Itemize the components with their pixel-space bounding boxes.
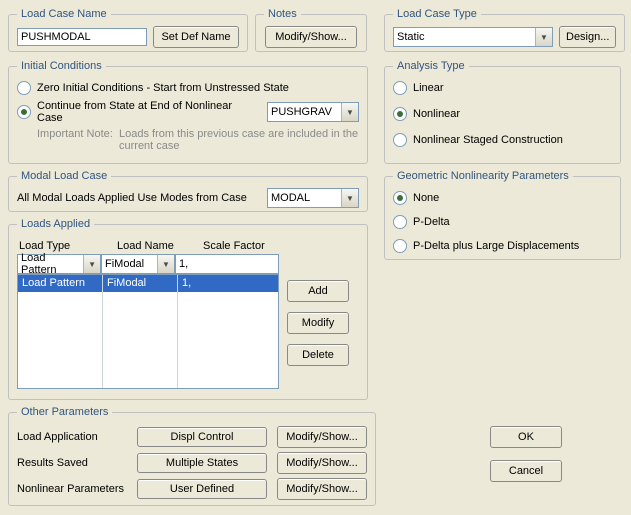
radio-icon xyxy=(393,107,407,121)
chevron-down-icon: ▼ xyxy=(83,255,100,273)
chevron-down-icon: ▼ xyxy=(341,189,358,207)
chevron-down-icon: ▼ xyxy=(341,103,358,121)
cell-load-name[interactable]: FiModal xyxy=(103,275,177,292)
note-label: Important Note: xyxy=(37,128,119,152)
load-case-name-input[interactable] xyxy=(17,28,147,46)
loads-modify-button[interactable]: Modify xyxy=(287,312,349,334)
radio-geom-pdelta-label: P-Delta xyxy=(413,216,450,228)
group-modal-load-case: Modal Load Case All Modal Loads Applied … xyxy=(8,170,368,212)
editor-load-name-value: FiModal xyxy=(105,258,144,270)
modal-case-value: MODAL xyxy=(271,192,310,204)
legend-modal-load-case: Modal Load Case xyxy=(17,170,111,182)
radio-linear[interactable]: Linear xyxy=(393,78,612,98)
op-nonlin-button[interactable]: Modify/Show... xyxy=(277,478,367,500)
radio-zero-initial[interactable]: Zero Initial Conditions - Start from Uns… xyxy=(17,78,359,98)
legend-analysis-type: Analysis Type xyxy=(393,60,469,72)
design-button[interactable]: Design... xyxy=(559,26,616,48)
loads-add-button[interactable]: Add xyxy=(287,280,349,302)
modal-load-label: All Modal Loads Applied Use Modes from C… xyxy=(17,192,257,204)
group-geom-nonlin: Geometric Nonlinearity Parameters None P… xyxy=(384,170,621,260)
op-loadapp-label: Load Application xyxy=(17,431,137,443)
load-case-type-value: Static xyxy=(397,31,425,43)
op-results-label: Results Saved xyxy=(17,457,137,469)
legend-loads-applied: Loads Applied xyxy=(17,218,94,230)
radio-icon xyxy=(17,105,31,119)
op-nonlin-label: Nonlinear Parameters xyxy=(17,483,137,495)
op-loadapp-button[interactable]: Modify/Show... xyxy=(277,426,367,448)
chevron-down-icon: ▼ xyxy=(535,28,552,46)
legend-notes: Notes xyxy=(264,8,301,20)
op-results-button[interactable]: Modify/Show... xyxy=(277,452,367,474)
load-case-type-select[interactable]: Static ▼ xyxy=(393,27,553,47)
notes-modify-show-button[interactable]: Modify/Show... xyxy=(265,26,357,48)
loads-delete-button[interactable]: Delete xyxy=(287,344,349,366)
radio-linear-label: Linear xyxy=(413,82,444,94)
radio-continue-label: Continue from State at End of Nonlinear … xyxy=(37,100,255,124)
radio-geom-none-label: None xyxy=(413,192,439,204)
group-initial-conditions: Initial Conditions Zero Initial Conditio… xyxy=(8,60,368,164)
radio-nonlinear-label: Nonlinear xyxy=(413,108,460,120)
loads-table[interactable]: Load Pattern FiModal 1, xyxy=(17,274,279,389)
group-analysis-type: Analysis Type Linear Nonlinear Nonlinear… xyxy=(384,60,621,164)
group-loads-applied: Loads Applied Load Type Load Name Scale … xyxy=(8,218,368,400)
modal-case-select[interactable]: MODAL ▼ xyxy=(267,188,359,208)
radio-nonlinear[interactable]: Nonlinear xyxy=(393,104,612,124)
radio-continue-state[interactable]: Continue from State at End of Nonlinear … xyxy=(17,102,359,122)
radio-geom-pdeltal[interactable]: P-Delta plus Large Displacements xyxy=(393,236,612,256)
editor-load-type-value: Load Pattern xyxy=(21,252,83,276)
initial-conditions-note: Important Note: Loads from this previous… xyxy=(37,128,359,152)
group-load-case-name: Load Case Name Set Def Name xyxy=(8,8,248,52)
radio-icon xyxy=(393,133,407,147)
editor-scale-input[interactable] xyxy=(175,254,279,274)
cancel-button[interactable]: Cancel xyxy=(490,460,562,482)
dialog-root: Load Case Name Set Def Name Notes Modify… xyxy=(0,0,631,515)
chevron-down-icon: ▼ xyxy=(157,255,174,273)
radio-nonlinear-staged[interactable]: Nonlinear Staged Construction xyxy=(393,130,612,150)
cell-load-type[interactable]: Load Pattern xyxy=(18,275,102,292)
header-scale-factor: Scale Factor xyxy=(203,240,265,252)
radio-geom-none[interactable]: None xyxy=(393,188,612,208)
legend-load-case-name: Load Case Name xyxy=(17,8,111,20)
radio-icon xyxy=(393,191,407,205)
legend-other-parameters: Other Parameters xyxy=(17,406,112,418)
continue-case-select[interactable]: PUSHGRAV ▼ xyxy=(267,102,359,122)
group-load-case-type: Load Case Type Static ▼ Design... xyxy=(384,8,625,52)
op-loadapp-value: Displ Control xyxy=(137,427,267,447)
continue-case-value: PUSHGRAV xyxy=(271,106,332,118)
header-load-name: Load Name xyxy=(117,240,183,252)
set-def-name-button[interactable]: Set Def Name xyxy=(153,26,239,48)
radio-geom-pdelta[interactable]: P-Delta xyxy=(393,212,612,232)
group-notes: Notes Modify/Show... xyxy=(255,8,367,52)
cell-scale-factor[interactable]: 1, xyxy=(178,275,278,292)
note-line2: current case xyxy=(119,140,180,152)
legend-load-case-type: Load Case Type xyxy=(393,8,481,20)
op-nonlin-value: User Defined xyxy=(137,479,267,499)
ok-button[interactable]: OK xyxy=(490,426,562,448)
editor-load-name-select[interactable]: FiModal ▼ xyxy=(101,254,175,274)
radio-icon xyxy=(393,239,407,253)
radio-icon xyxy=(17,81,31,95)
radio-icon xyxy=(393,81,407,95)
note-line1: Loads from this previous case are includ… xyxy=(119,128,358,140)
radio-staged-label: Nonlinear Staged Construction xyxy=(413,134,563,146)
legend-geom-nonlin: Geometric Nonlinearity Parameters xyxy=(393,170,573,182)
editor-load-type-select[interactable]: Load Pattern ▼ xyxy=(17,254,101,274)
header-load-type: Load Type xyxy=(19,240,97,252)
radio-icon xyxy=(393,215,407,229)
radio-zero-label: Zero Initial Conditions - Start from Uns… xyxy=(37,82,289,94)
op-results-value: Multiple States xyxy=(137,453,267,473)
group-other-parameters: Other Parameters Load Application Displ … xyxy=(8,406,376,506)
radio-geom-pdeltal-label: P-Delta plus Large Displacements xyxy=(413,240,579,252)
legend-initial-conditions: Initial Conditions xyxy=(17,60,106,72)
